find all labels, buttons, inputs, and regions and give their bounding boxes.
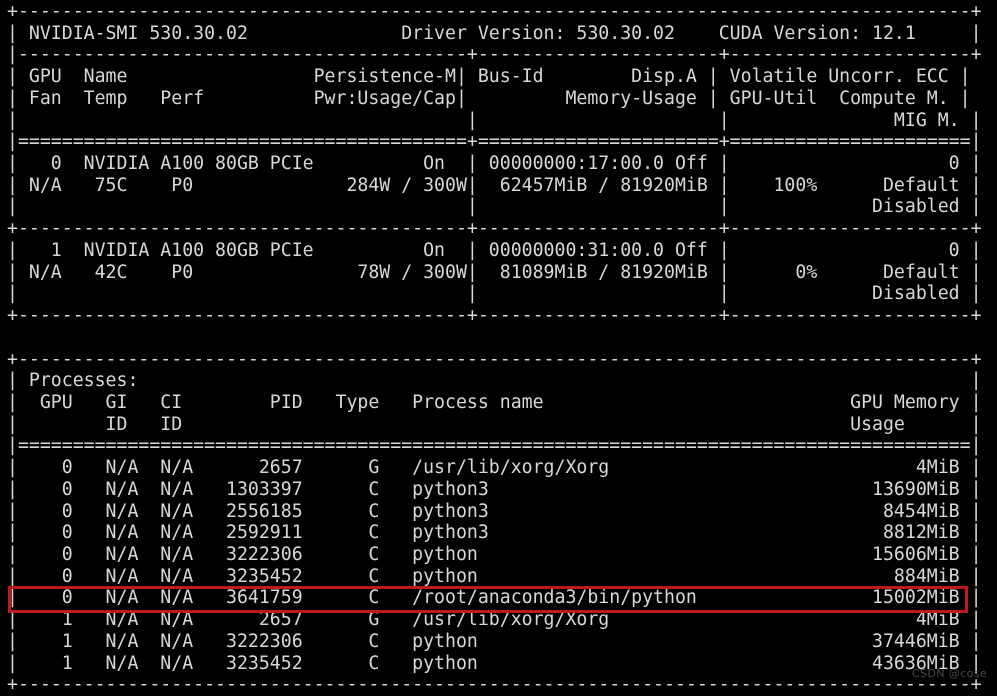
terminal-line: +---------------------------------------… [7,218,982,240]
terminal-line: | NVIDIA-SMI 530.30.02 Driver Version: 5… [7,22,982,44]
terminal-line: | 1 N/A N/A 3235452 C python 43636MiB | [7,652,982,674]
terminal-line: | | | MIG M. | [7,109,982,131]
terminal-line: | 0 N/A N/A 3222306 C python 15606MiB | [7,543,982,565]
terminal-line: |---------------------------------------… [7,44,982,66]
terminal-line: | ID ID Usage | [7,413,982,435]
terminal-line: | | | Disabled | [7,283,982,305]
terminal-line: | 1 N/A N/A 2657 G /usr/lib/xorg/Xorg 4M… [7,609,982,631]
terminal-line: | Processes: | [7,370,982,392]
terminal-line: +---------------------------------------… [7,1,982,22]
terminal-line: | GPU GI CI PID Type Process name GPU Me… [7,391,982,413]
nvidia-smi-terminal-output: +---------------------------------------… [0,0,997,696]
terminal-line: | 0 N/A N/A 2657 G /usr/lib/xorg/Xorg 4M… [7,457,982,479]
terminal-line: |=======================================… [7,435,982,457]
terminal-line: | GPU Name Persistence-M| Bus-Id Disp.A … [7,66,971,88]
terminal-line: +---------------------------------------… [7,348,982,370]
terminal-line: |=======================================… [7,131,982,153]
terminal-line: | 1 NVIDIA A100 80GB PCIe On | 00000000:… [7,239,982,261]
terminal-line: | 0 N/A N/A 2556185 C python3 8454MiB | [7,500,982,522]
terminal-line: | 0 N/A N/A 1303397 C python3 13690MiB | [7,478,982,500]
terminal-line: +---------------------------------------… [7,305,982,327]
terminal-line: | 0 N/A N/A 3641759 C /root/anaconda3/bi… [7,587,982,609]
terminal-line: | Fan Temp Perf Pwr:Usage/Cap| Memory-Us… [7,87,971,109]
terminal-line: | | | Disabled | [7,196,982,218]
csdn-watermark: CSDN @cose [911,667,987,681]
terminal-line: | N/A 42C P0 78W / 300W| 81089MiB / 8192… [7,261,982,283]
terminal-line: | 1 N/A N/A 3222306 C python 37446MiB | [7,630,982,652]
terminal-line: | N/A 75C P0 284W / 300W| 62457MiB / 819… [7,174,982,196]
terminal-lines: +---------------------------------------… [7,1,982,696]
terminal-line: | 0 NVIDIA A100 80GB PCIe On | 00000000:… [7,153,982,175]
terminal-line: | 0 N/A N/A 2592911 C python3 8812MiB | [7,522,982,544]
terminal-line: | 0 N/A N/A 3235452 C python 884MiB | [7,565,982,587]
